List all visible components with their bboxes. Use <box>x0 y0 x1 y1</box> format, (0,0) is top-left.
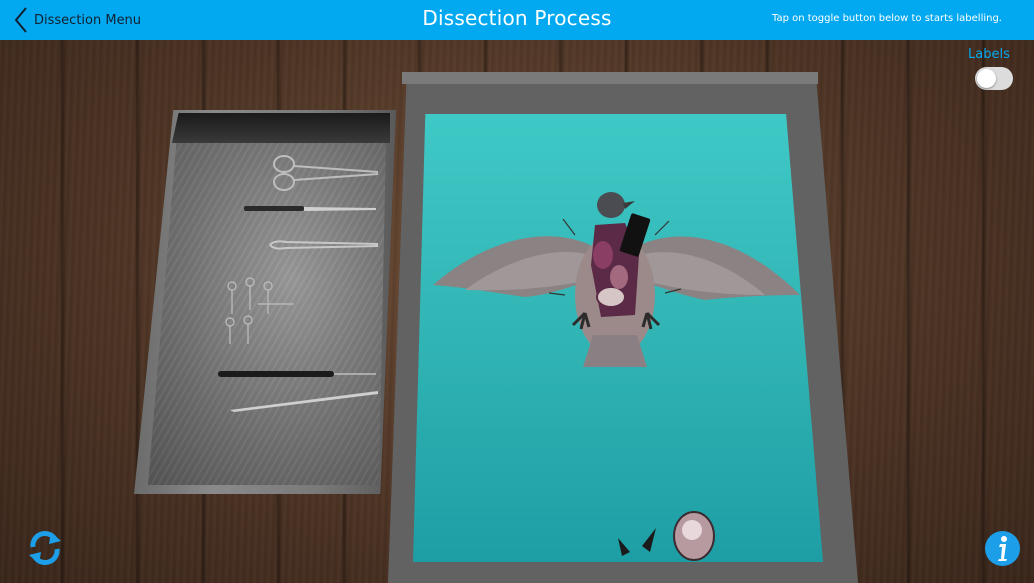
refresh-icon[interactable] <box>25 529 65 567</box>
info-icon[interactable] <box>984 530 1021 567</box>
scalpel-tool[interactable] <box>244 204 380 214</box>
tray-back-wall <box>172 113 390 143</box>
toggle-knob <box>977 69 996 88</box>
dissecting-pins-tool[interactable] <box>218 274 298 346</box>
needle-tool[interactable] <box>228 388 380 414</box>
pigeon-specimen[interactable] <box>425 185 805 375</box>
board-edge <box>402 72 818 84</box>
probe-tool[interactable] <box>218 368 378 380</box>
scissors-tool[interactable] <box>268 150 388 196</box>
removed-organ[interactable] <box>612 508 720 570</box>
labelling-hint: Tap on toggle button below to starts lab… <box>771 13 1002 24</box>
labels-toggle-label: Labels <box>968 47 1010 62</box>
labels-toggle[interactable] <box>975 67 1013 90</box>
forceps-tool[interactable] <box>266 238 382 252</box>
top-bar: Dissection Menu Dissection Process Tap o… <box>0 0 1034 40</box>
